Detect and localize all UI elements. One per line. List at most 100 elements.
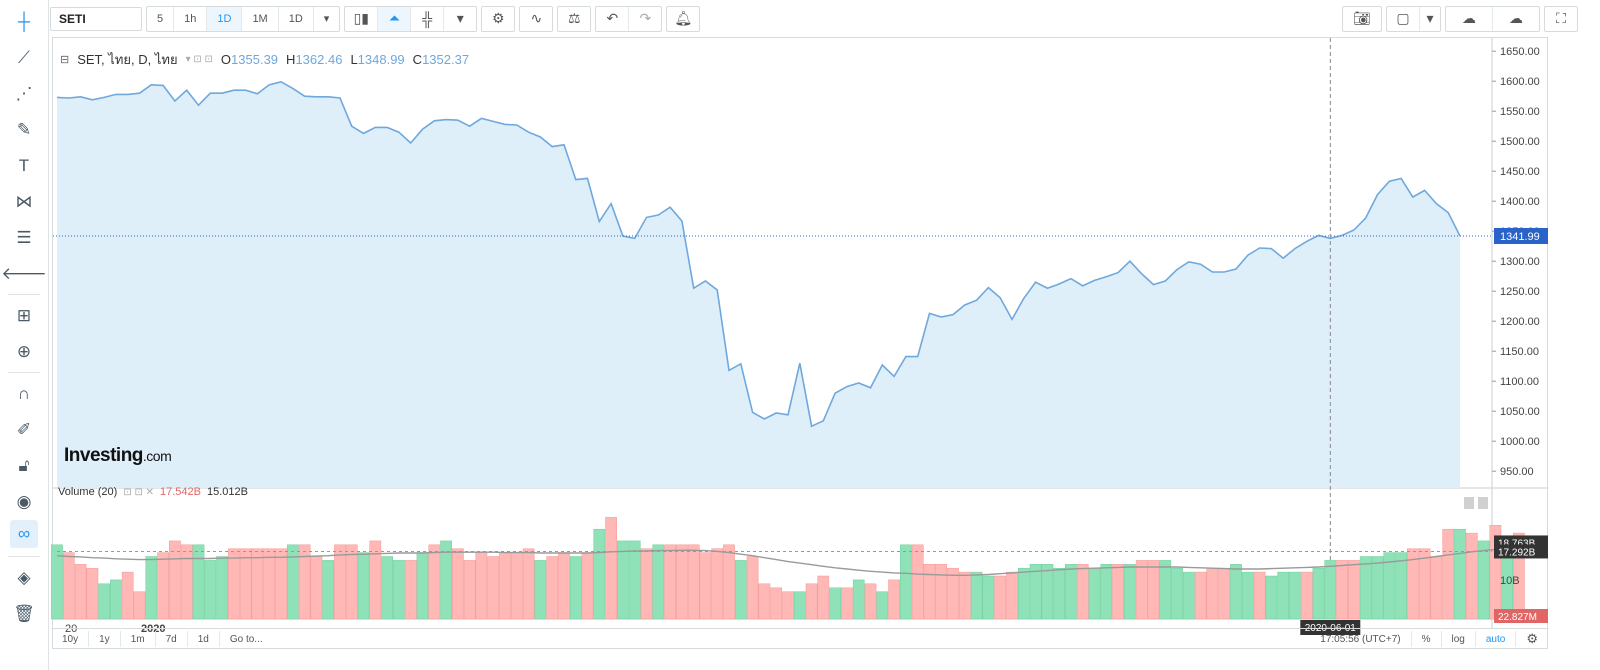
log-toggle[interactable]: log	[1442, 631, 1476, 647]
volume-bar-down	[121, 571, 134, 620]
range-7d[interactable]: 7d	[156, 631, 188, 647]
volume-bar-down	[711, 548, 724, 620]
volume-value: 17.542B	[160, 486, 201, 498]
y-tick-label: 1500.00	[1500, 136, 1540, 148]
volume-bar-up	[1289, 571, 1301, 620]
volume-bar-up	[793, 591, 806, 620]
volume-bar-up	[1053, 567, 1065, 620]
volume-bar-up	[381, 556, 393, 620]
volume-bar-down	[958, 571, 971, 620]
volume-bar-down	[687, 544, 700, 620]
volume-bar-up	[1230, 564, 1242, 620]
volume-bar-up	[416, 552, 429, 620]
volume-bar-down	[510, 552, 523, 620]
volume-bar-up	[1359, 556, 1372, 620]
volume-bar-down	[758, 583, 771, 620]
volume-bar-down	[157, 552, 169, 620]
volume-bar-down	[251, 548, 264, 620]
y-tick-label: 1550.00	[1500, 106, 1540, 118]
volume-bar-down	[522, 548, 535, 620]
volume-bar-down	[1206, 567, 1219, 620]
volume-bar-up	[216, 556, 228, 620]
series-title: SET, ไทย, D, ไทย	[77, 52, 178, 67]
volume-bar-up	[900, 544, 912, 620]
volume-bar-down	[1076, 564, 1089, 620]
volume-bar-down	[1300, 571, 1313, 620]
range-1y[interactable]: 1y	[89, 631, 121, 647]
percent-toggle[interactable]: %	[1412, 631, 1442, 647]
volume-bar-down	[404, 560, 417, 620]
collapse-icon[interactable]: ⊟	[60, 53, 69, 66]
volume-bar-down	[605, 517, 617, 620]
volume-bar-up	[628, 540, 641, 620]
volume-bar-down	[169, 540, 181, 620]
volume-bar-up	[357, 552, 370, 620]
price-chart[interactable]: 950.00 1000.00 1050.00 1100.00 1150.00 1200.0…	[0, 0, 1600, 670]
volume-bar-down	[487, 556, 500, 620]
volume-bar-up	[1277, 571, 1290, 620]
y-tick-label: 1450.00	[1500, 166, 1540, 178]
volume-bar-up	[852, 579, 865, 620]
volume-bar-down	[428, 544, 441, 620]
volume-bar-down	[1147, 560, 1160, 620]
volume-bar-up	[1477, 540, 1490, 620]
volume-bar-up	[1017, 567, 1030, 620]
y-tick-label: 1600.00	[1500, 76, 1540, 88]
volume-bar-up	[1324, 560, 1337, 620]
volume-bar-down	[723, 544, 735, 620]
volume-bar-up	[734, 560, 747, 620]
volume-bar-up	[1088, 567, 1101, 620]
volume-bar-down	[263, 548, 276, 620]
volume-bar-down	[911, 544, 924, 620]
volume-bar-down	[180, 544, 193, 620]
volume-legend: Volume (20) ⊡ ⊡ ✕ 17.542B 15.012B	[58, 486, 248, 498]
volume-bar-up	[110, 579, 122, 620]
volume-bar-down	[86, 567, 99, 620]
y-tick-label: 1200.00	[1500, 316, 1540, 328]
y-tick-label: 1100.00	[1500, 376, 1539, 388]
volume-bar-down	[310, 556, 323, 620]
range-1m[interactable]: 1m	[121, 631, 156, 647]
volume-title: Volume (20)	[58, 486, 118, 498]
volume-bar-down	[499, 552, 511, 620]
volume-bar-up	[1454, 528, 1466, 620]
volume-bar-down	[817, 575, 830, 620]
volume-bar-down	[770, 587, 783, 620]
auto-toggle[interactable]: auto	[1476, 631, 1517, 647]
volume-bar-down	[888, 579, 900, 620]
volume-bar-down	[1112, 564, 1124, 620]
volume-label-mid: 17.292B	[1498, 547, 1536, 558]
volume-bar-up	[393, 560, 405, 620]
volume-tick-label: 10B	[1500, 575, 1520, 587]
low-value: 1348.99	[357, 52, 405, 67]
volume-bar-up	[204, 560, 217, 620]
volume-bar-down	[640, 548, 653, 620]
volume-bar-down	[994, 575, 1007, 620]
volume-bar-down	[841, 587, 853, 620]
gear-icon[interactable]: ⚙	[1516, 631, 1548, 647]
volume-bar-down	[664, 544, 676, 620]
volume-bar-up	[1395, 552, 1407, 620]
volume-bar-up	[593, 528, 606, 620]
y-tick-label: 1150.00	[1500, 346, 1539, 358]
bottom-bar: 10y 1y 1m 7d 1d Go to... 17:05:56 (UTC+7…	[52, 628, 1548, 649]
clock-text: 17:05:56 (UTC+7)	[1310, 631, 1412, 647]
volume-bar-down	[1336, 560, 1348, 620]
volume-bar-down	[1430, 556, 1443, 620]
open-label: O	[220, 52, 232, 67]
legend-settings-icon[interactable]: ▾ ⊡ ⊡	[186, 54, 213, 65]
range-10y[interactable]: 10y	[52, 631, 90, 647]
volume-bar-down	[1135, 560, 1148, 620]
volume-settings-icon[interactable]: ⊡ ⊡ ✕	[123, 487, 154, 498]
last-price-label: 1341.99	[1500, 231, 1540, 243]
volume-bar-up	[1371, 556, 1384, 620]
range-1d[interactable]: 1d	[188, 631, 220, 647]
volume-bar-down	[699, 552, 712, 620]
goto-button[interactable]: Go to...	[220, 631, 273, 647]
volume-bar-down	[1253, 571, 1266, 620]
volume-bar-up	[1029, 564, 1042, 620]
volume-bar-down	[746, 556, 759, 620]
volume-bar-up	[1065, 564, 1077, 620]
open-value: 1355.39	[231, 52, 279, 67]
volume-bar-up	[617, 540, 629, 620]
